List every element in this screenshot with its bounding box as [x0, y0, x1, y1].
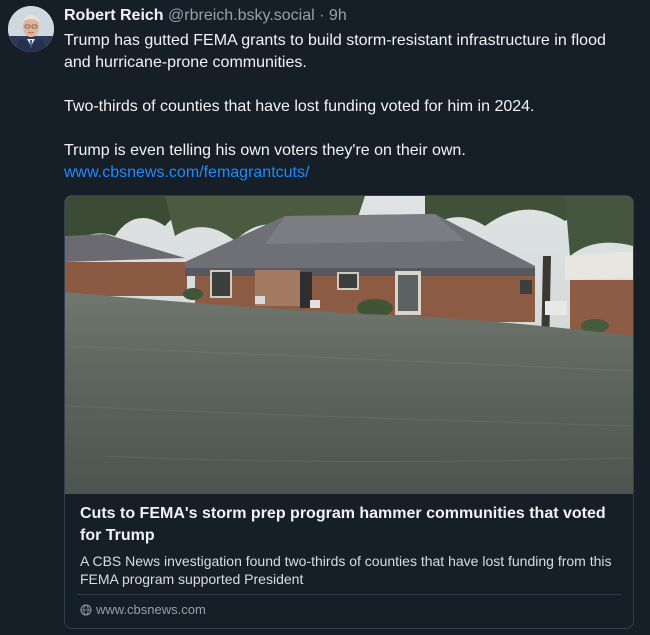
- author-handle[interactable]: @rbreich.bsky.social: [168, 7, 315, 24]
- post: Robert Reich @rbreich.bsky.social · 9h T…: [0, 0, 650, 635]
- post-paragraph-text: Trump is even telling his own voters the…: [64, 142, 466, 159]
- link-preview-card[interactable]: Cuts to FEMA's storm prep program hammer…: [64, 195, 634, 629]
- flooded-houses-photo-icon: [65, 196, 633, 494]
- post-paragraph: Trump is even telling his own voters the…: [64, 140, 630, 184]
- card-divider: [77, 594, 621, 595]
- post-timestamp[interactable]: 9h: [329, 7, 347, 24]
- author-avatar[interactable]: [8, 6, 54, 52]
- post-paragraph: Two-thirds of counties that have lost fu…: [64, 98, 535, 115]
- author-name[interactable]: Robert Reich: [64, 7, 164, 24]
- card-title[interactable]: Cuts to FEMA's storm prep program hammer…: [80, 503, 619, 547]
- card-description: A CBS News investigation found two-third…: [80, 553, 612, 587]
- header-separator: ·: [319, 7, 325, 24]
- avatar-photo-icon: [8, 6, 54, 52]
- post-paragraph: Trump has gutted FEMA grants to build st…: [64, 32, 606, 71]
- card-domain: www.cbsnews.com: [80, 602, 206, 618]
- post-text: Trump has gutted FEMA grants to build st…: [64, 30, 630, 184]
- card-domain-text: www.cbsnews.com: [96, 602, 206, 617]
- post-link[interactable]: www.cbsnews.com/femagrantcuts/: [64, 164, 309, 181]
- post-header: Robert Reich @rbreich.bsky.social · 9h: [64, 6, 638, 26]
- globe-icon: [80, 604, 92, 616]
